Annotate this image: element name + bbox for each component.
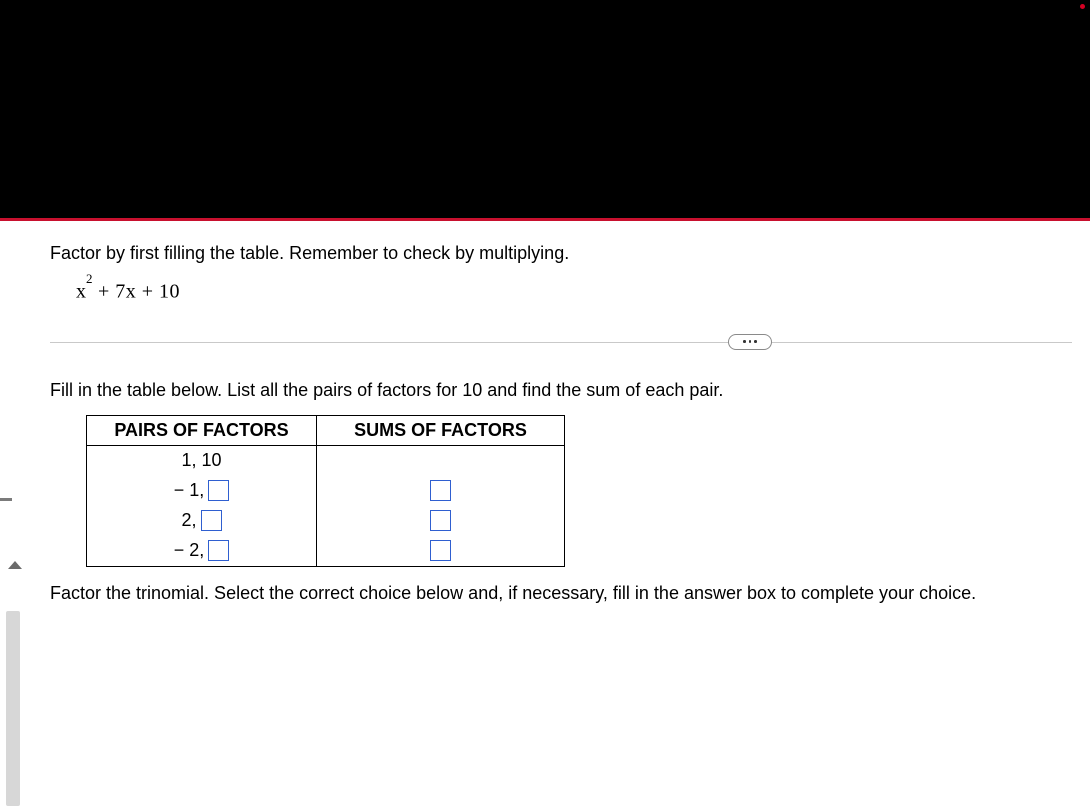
ellipsis-dot-icon <box>749 340 752 343</box>
pair-text: 2, <box>181 510 196 531</box>
header-pairs: PAIRS OF FACTORS <box>87 415 317 445</box>
sum-input[interactable] <box>430 540 451 561</box>
scroll-up-icon[interactable] <box>8 561 22 569</box>
expression-rest: + 7x + 10 <box>93 281 181 303</box>
table-body-row: 1, 10 − 1, 2, − 2, <box>87 445 565 566</box>
scrollbar-thumb[interactable] <box>6 611 20 806</box>
more-options-pill[interactable] <box>728 334 772 350</box>
pair-text: − 2, <box>174 540 205 561</box>
divider-line <box>50 342 1072 343</box>
pair-row: − 2, <box>87 536 316 566</box>
factor-table: PAIRS OF FACTORS SUMS OF FACTORS 1, 10 −… <box>86 415 565 567</box>
instruction-text: Factor by first filling the table. Remem… <box>50 243 1072 264</box>
left-gutter <box>0 221 26 659</box>
sum-row <box>317 446 564 476</box>
sum-row <box>317 536 564 566</box>
ellipsis-dot-icon <box>754 340 757 343</box>
pair-input[interactable] <box>201 510 222 531</box>
sums-cell <box>317 445 565 566</box>
pair-row: − 1, <box>87 476 316 506</box>
header-blackout <box>0 0 1090 218</box>
final-instruction: Factor the trinomial. Select the correct… <box>50 583 1072 604</box>
table-instruction: Fill in the table below. List all the pa… <box>50 380 1072 401</box>
pair-input[interactable] <box>208 480 229 501</box>
pair-text: 1, 10 <box>181 450 221 471</box>
sum-input[interactable] <box>430 510 451 531</box>
sum-input[interactable] <box>430 480 451 501</box>
pair-row: 1, 10 <box>87 446 316 476</box>
pairs-cell: 1, 10 − 1, 2, − 2, <box>87 445 317 566</box>
sum-row <box>317 476 564 506</box>
section-divider <box>50 334 1072 352</box>
ellipsis-dot-icon <box>743 340 746 343</box>
recording-dot-icon <box>1080 4 1085 9</box>
expression-base: x <box>76 281 86 303</box>
header-sums: SUMS OF FACTORS <box>317 415 565 445</box>
sum-row <box>317 506 564 536</box>
expression: x2 + 7x + 10 <box>50 278 1072 304</box>
pair-text: − 1, <box>174 480 205 501</box>
expression-exponent: 2 <box>86 271 93 286</box>
collapse-dash-icon[interactable] <box>0 498 12 501</box>
table-header-row: PAIRS OF FACTORS SUMS OF FACTORS <box>87 415 565 445</box>
pair-input[interactable] <box>208 540 229 561</box>
pair-row: 2, <box>87 506 316 536</box>
problem-content: Factor by first filling the table. Remem… <box>26 221 1090 659</box>
